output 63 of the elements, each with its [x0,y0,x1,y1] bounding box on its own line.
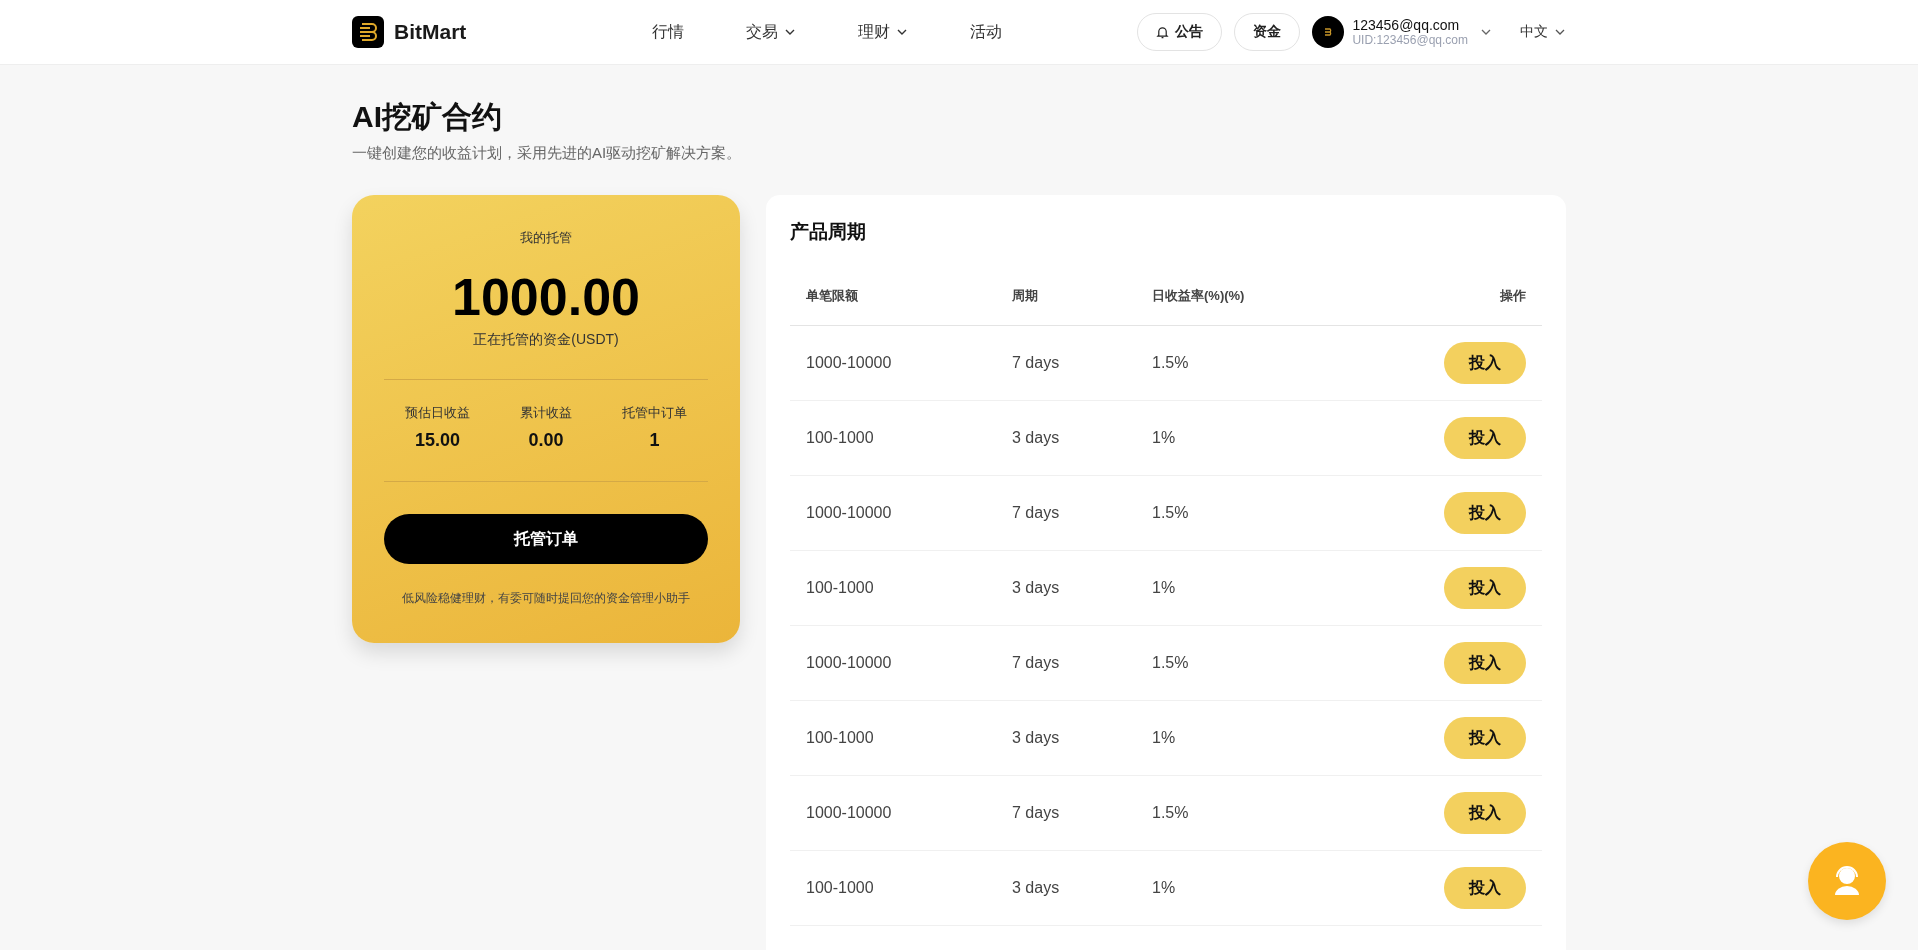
table-cell-text: 1.5% [1152,804,1190,822]
table-cell-text: 100-1000 [806,579,875,597]
nav-link[interactable]: 理财 [858,21,908,43]
stat-label: 托管中订单 [622,404,688,422]
custody-amount: 1000.00 [452,267,640,327]
table-cell-text: 100-1000 [806,729,875,747]
stat-label: 预估日收益 [404,404,470,422]
avatar-icon[interactable] [1312,16,1345,48]
table-cell-text: 100-1000 [806,879,875,897]
custody-orders-button[interactable]: 托管订单 [384,514,708,564]
custody-label: 我的托管 [520,229,572,247]
announcement-button[interactable]: 公告 [1137,13,1223,51]
invest-button[interactable]: 投入 [1444,792,1526,834]
table-cell-text: 1% [1152,729,1177,747]
page-title: AI挖矿合约 [352,99,503,135]
invest-button[interactable]: 投入 [1444,717,1526,759]
logo-icon[interactable] [352,16,384,48]
user-uid: UID:123456@qq.com [1352,33,1468,47]
stat-value: 0.00 [528,430,564,451]
table-cell-text: 7 days [1012,354,1061,372]
table-cell-text: 100-1000 [806,429,875,447]
column-header: 日收益率(%)(%) [1152,287,1246,305]
nav-link[interactable]: 交易 [746,21,796,43]
bell-icon [1156,25,1170,39]
table-cell-text: 1000-10000 [806,654,893,672]
user-email: 123456@qq.com [1352,17,1461,33]
stat-label: 累计收益 [520,404,572,422]
invest-button[interactable]: 投入 [1444,642,1526,684]
products-title: 产品周期 [790,220,867,244]
stat-value: 1 [649,430,660,451]
table-cell-text: 7 days [1012,504,1061,522]
invest-button[interactable]: 投入 [1444,492,1526,534]
brand-name: BitMart [394,20,467,44]
invest-button[interactable]: 投入 [1444,342,1526,384]
column-header: 周期 [1012,287,1039,305]
table-cell-text: 1000-10000 [806,504,893,522]
table-cell-text: 1.5% [1152,504,1190,522]
column-header: 单笔限额 [806,287,859,305]
amount-caption: 正在托管的资金(USDT) [473,331,619,349]
invest-button[interactable]: 投入 [1444,867,1526,909]
nav-link[interactable]: 行情 [652,21,684,43]
table-cell-text: 1000-10000 [806,804,893,822]
invest-button[interactable]: 投入 [1444,417,1526,459]
table-cell-text: 3 days [1012,879,1061,897]
table-cell-text: 1% [1152,579,1177,597]
nav-link[interactable]: 活动 [970,21,1002,43]
table-cell-text: 3 days [1012,579,1061,597]
language-selector[interactable]: 中文 [1520,23,1566,41]
custody-note: 低风险稳健理财，有委可随时提回您的资金管理小助手 [402,590,690,607]
table-cell-text: 3 days [1012,729,1061,747]
table-cell-text: 3 days [1012,429,1061,447]
table-cell-text: 7 days [1012,654,1061,672]
table-cell-text: 1% [1152,429,1177,447]
column-header: 操作 [1499,287,1526,305]
table-cell-text: 1000-10000 [806,354,893,372]
table-cell-text: 1.5% [1152,354,1190,372]
stat-value: 15.00 [414,430,460,451]
funds-button[interactable]: 资金 [1234,13,1301,51]
table-cell-text: 1% [1152,879,1177,897]
table-cell-text: 7 days [1012,804,1061,822]
page-subtitle: 一键创建您的收益计划，采用先进的AI驱动挖矿解决方案。 [352,144,743,163]
table-cell-text: 1.5% [1152,654,1190,672]
invest-button[interactable]: 投入 [1444,567,1526,609]
